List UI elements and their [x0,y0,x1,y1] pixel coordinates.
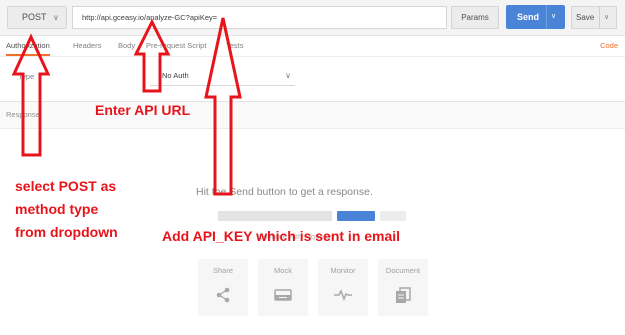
save-divider [599,7,600,28]
mock-icon [274,289,292,301]
method-label: POST [22,12,47,22]
tab-authorization[interactable]: Authorization [6,38,50,56]
monitor-label: Monitor [330,266,356,275]
send-button[interactable]: Send ∨ [506,5,565,29]
tab-pre-request-script[interactable]: Pre-request Script [146,38,206,54]
annotation-method-line: select POST as [15,178,117,194]
tab-body[interactable]: Body [118,38,135,54]
code-link[interactable]: Code [600,38,618,54]
chevron-down-icon: ∨ [285,71,291,80]
mock-label: Mock [274,266,292,275]
empty-response-hint: Hit the Send button to get a response. [196,186,373,198]
chevron-down-icon: ∨ [53,13,59,22]
request-bar: POST ∨ http://api.gceasy.io/analyze-GC?a… [0,0,625,36]
document-card[interactable]: Document [378,259,428,316]
share-card[interactable]: Share [198,259,248,316]
monitor-icon [334,289,352,302]
document-label: Document [385,266,421,275]
auth-type-label: Type [18,72,35,81]
annotation-method-line: from dropdown [15,224,118,240]
annotation-url: Enter API URL [95,102,191,118]
chevron-down-icon[interactable]: ∨ [604,7,609,28]
params-button[interactable]: Params [451,6,499,29]
postman-window: POST ∨ http://api.gceasy.io/analyze-GC?a… [0,0,625,335]
url-input[interactable]: http://api.gceasy.io/analyze-GC?apiKey= [72,6,447,29]
method-dropdown[interactable]: POST ∨ [7,6,67,29]
send-divider [546,5,547,29]
auth-type-value: No Auth [162,71,189,80]
placeholder-bar-accent [337,211,375,221]
document-icon [396,287,411,303]
annotation-method-line: method type [15,201,99,217]
share-icon [216,287,230,303]
send-label: Send [517,12,540,22]
monitor-card[interactable]: Monitor [318,259,368,316]
chevron-down-icon[interactable]: ∨ [551,5,556,29]
tab-headers[interactable]: Headers [73,38,101,54]
tab-tests[interactable]: Tests [226,38,244,54]
auth-type-select[interactable]: No Auth ∨ [150,66,295,86]
save-button[interactable]: Save ∨ [571,6,617,29]
url-value: http://api.gceasy.io/analyze-GC?apiKey= [82,13,218,22]
placeholder-bar [218,211,332,221]
share-label: Share [212,266,233,275]
placeholder-bar [380,211,406,221]
request-tabs: Authorization Headers Body Pre-request S… [0,36,625,57]
response-header: Response [0,101,625,129]
annotation-method: select POST as method type from dropdown [15,175,118,244]
mock-card[interactable]: Mock [258,259,308,316]
annotation-api-key: Add API_KEY which is sent in email [162,228,401,244]
response-label: Response [6,110,40,119]
save-label: Save [576,13,595,22]
